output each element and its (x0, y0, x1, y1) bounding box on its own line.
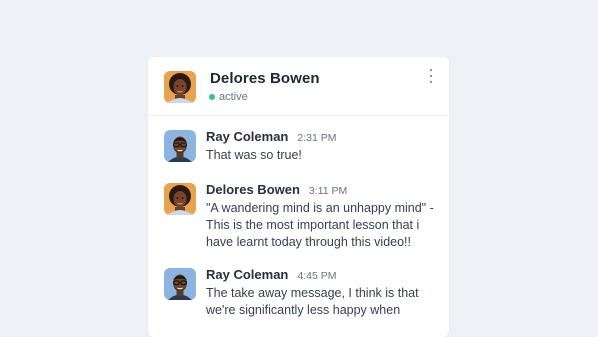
message-author: Delores Bowen (206, 182, 300, 197)
message-text: That was so true! (206, 148, 302, 162)
user-avatar-icon (164, 268, 196, 300)
status-label: active (219, 91, 248, 103)
avatar (164, 268, 196, 300)
chat-header: Delores Bowen active (148, 57, 449, 116)
message-author: Ray Coleman (206, 267, 289, 282)
chat-panel: Delores Bowen active Ray Coleman 2:31 PM… (148, 57, 449, 337)
message-timestamp: 4:45 PM (297, 270, 337, 282)
kebab-menu-icon[interactable] (427, 69, 435, 83)
status-indicator: active (209, 91, 248, 103)
message-timestamp: 2:31 PM (297, 132, 337, 144)
message-text: "A wandering mind is an unhappy mind" -T… (206, 201, 434, 249)
message-author: Ray Coleman (206, 129, 289, 144)
user-avatar-icon (164, 130, 196, 162)
contact-avatar-icon (164, 71, 196, 103)
message-text: The take away message, I think is that w… (206, 286, 419, 317)
user-avatar-icon (164, 183, 196, 215)
avatar (164, 183, 196, 215)
avatar (164, 130, 196, 162)
contact-name: Delores Bowen (210, 70, 320, 87)
message-timestamp: 3:11 PM (308, 185, 348, 197)
avatar (164, 71, 196, 103)
status-dot-icon (209, 94, 215, 100)
